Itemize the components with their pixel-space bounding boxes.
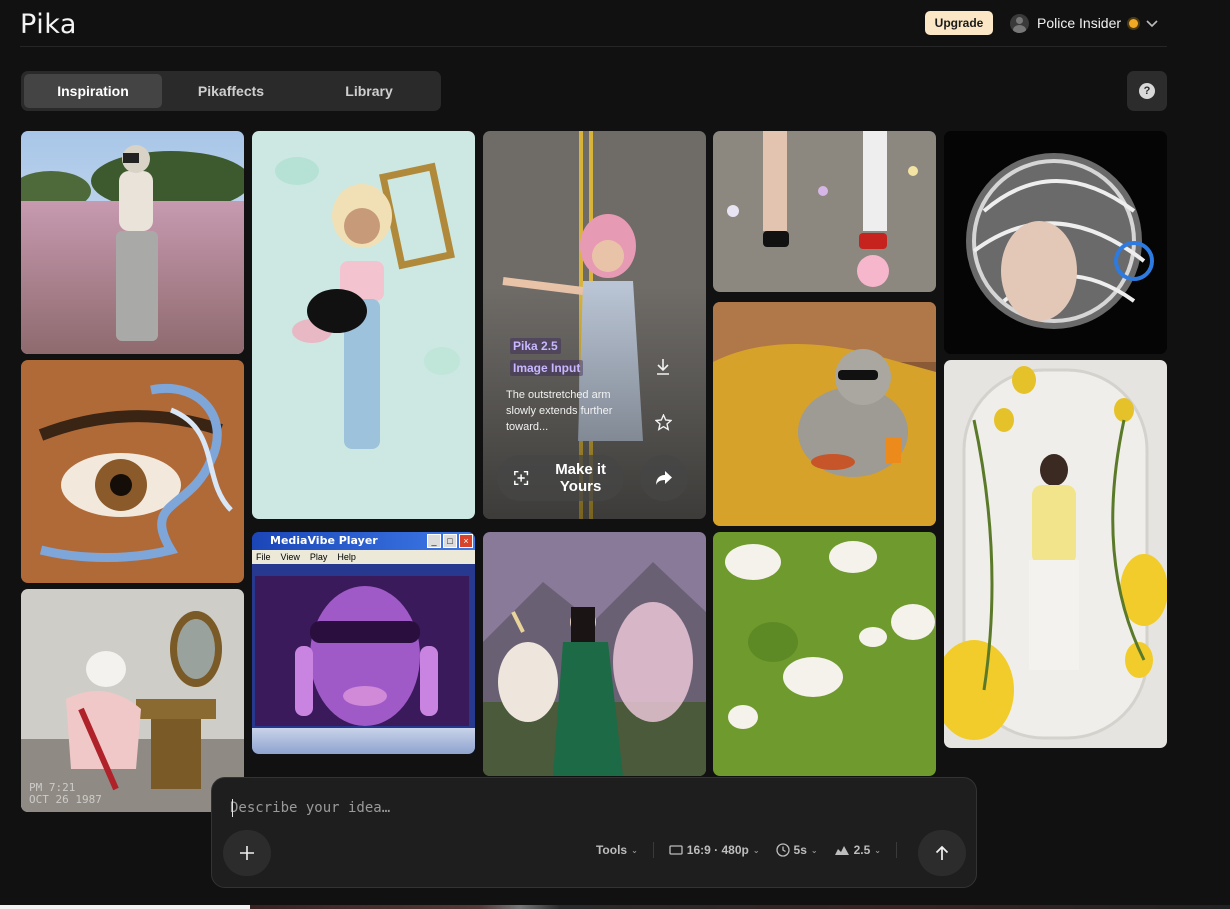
generation-options: Tools ⌄ 16:9 · 480p ⌄ 5s ⌄ 2.5 ⌄ (588, 842, 904, 858)
tab-pikaffects[interactable]: Pikaffects (162, 74, 300, 108)
pika-logo[interactable]: Pika (20, 9, 77, 40)
felt-meadow-image (713, 532, 936, 776)
help-icon: ? (1139, 83, 1155, 99)
tab-library[interactable]: Library (300, 74, 438, 108)
send-button[interactable] (918, 830, 966, 876)
status-dot (1129, 18, 1139, 28)
aspect-ratio-icon (669, 845, 683, 855)
chevron-down-icon: ⌄ (752, 845, 760, 855)
gallery-tile-road-woman[interactable]: Pika 2.5 Image Input The outstretched ar… (483, 131, 706, 519)
divider (652, 842, 654, 858)
gallery-tile-floating-objects[interactable] (252, 131, 475, 519)
upgrade-button[interactable]: Upgrade (925, 11, 993, 35)
top-bar: Pika Upgrade Police Insider (20, 0, 1167, 47)
gallery-tile-chrome-eye[interactable] (21, 360, 244, 583)
model-dropdown[interactable]: 2.5 ⌄ (826, 843, 889, 857)
gallery-tile-media-player[interactable]: MediaVibe Player _ □ × File View Play Help (252, 532, 475, 754)
clock-icon (775, 843, 790, 857)
user-menu[interactable]: Police Insider (1010, 12, 1158, 34)
gallery-tile-legs-flowers[interactable] (713, 131, 936, 292)
chevron-down-icon: ⌄ (874, 845, 881, 855)
model-icon (834, 846, 849, 855)
remix-icon (514, 470, 529, 486)
make-it-yours-label: Make it Yours (555, 461, 607, 495)
chrome-mask-image (944, 131, 1167, 354)
unicorn-fairy-image (483, 532, 706, 776)
help-button[interactable]: ? (1127, 71, 1167, 111)
star-icon[interactable] (654, 413, 673, 436)
meadow-photographer-image (21, 131, 244, 354)
chevron-down-icon: ⌄ (631, 845, 638, 855)
gallery-tile-chrome-mask[interactable] (944, 131, 1167, 354)
aspect-ratio-label: 16:9 · 480p (686, 843, 749, 857)
user-name: Police Insider (1037, 15, 1122, 31)
mode-tag: Image Input (510, 360, 584, 376)
chill-bunny-image (713, 302, 936, 526)
text-caret (232, 799, 233, 817)
bottom-edge (0, 905, 1230, 909)
arrow-up-icon (935, 845, 949, 860)
tulip-mirror-image (944, 360, 1167, 748)
download-icon[interactable] (655, 358, 671, 381)
gallery-tile-meadow-photographer[interactable] (21, 131, 244, 354)
gallery-tile-tulip-mirror[interactable] (944, 360, 1167, 748)
share-button[interactable] (640, 455, 688, 501)
duration-label: 5s (793, 843, 807, 857)
tab-bar: Inspiration Pikaffects Library (21, 71, 441, 111)
divider (896, 842, 897, 858)
tools-label: Tools (595, 843, 628, 857)
plus-icon (240, 846, 254, 860)
tab-inspiration[interactable]: Inspiration (24, 74, 162, 108)
prompt-composer: Tools ⌄ 16:9 · 480p ⌄ 5s ⌄ 2.5 ⌄ (211, 777, 977, 888)
model-label: 2.5 (853, 843, 871, 857)
legs-flowers-image (713, 131, 936, 292)
share-icon (656, 471, 672, 485)
gallery-tile-felt-meadow[interactable] (713, 532, 936, 776)
cat-mirror-image (21, 589, 244, 812)
prompt-input[interactable] (230, 798, 930, 818)
duration-dropdown[interactable]: 5s ⌄ (768, 843, 826, 857)
media-player-controls (252, 728, 475, 754)
chevron-down-icon[interactable] (1146, 16, 1158, 31)
model-tag: Pika 2.5 (510, 338, 561, 354)
avatar-icon (1010, 13, 1029, 33)
gallery-tile-cat-mirror[interactable]: PM 7:21 OCT 26 1987 (21, 589, 244, 812)
gallery-tile-chill-bunny[interactable] (713, 302, 936, 526)
card-description: The outstretched arm slowly extends furt… (506, 389, 613, 433)
window-controls: _ □ × (427, 534, 473, 548)
gallery-tile-unicorn-fairy[interactable] (483, 532, 706, 776)
media-player-screen (255, 576, 469, 726)
add-button[interactable] (223, 830, 271, 876)
photo-timestamp: PM 7:21 OCT 26 1987 (29, 781, 102, 806)
make-it-yours-button[interactable]: Make it Yours (497, 455, 624, 501)
floating-objects-image (252, 131, 475, 519)
aspect-ratio-dropdown[interactable]: 16:9 · 480p ⌄ (661, 843, 768, 857)
chrome-eye-image (21, 360, 244, 583)
tools-dropdown[interactable]: Tools ⌄ (588, 843, 646, 857)
chevron-down-icon: ⌄ (810, 845, 818, 855)
media-player-menu: File View Play Help (252, 550, 475, 564)
